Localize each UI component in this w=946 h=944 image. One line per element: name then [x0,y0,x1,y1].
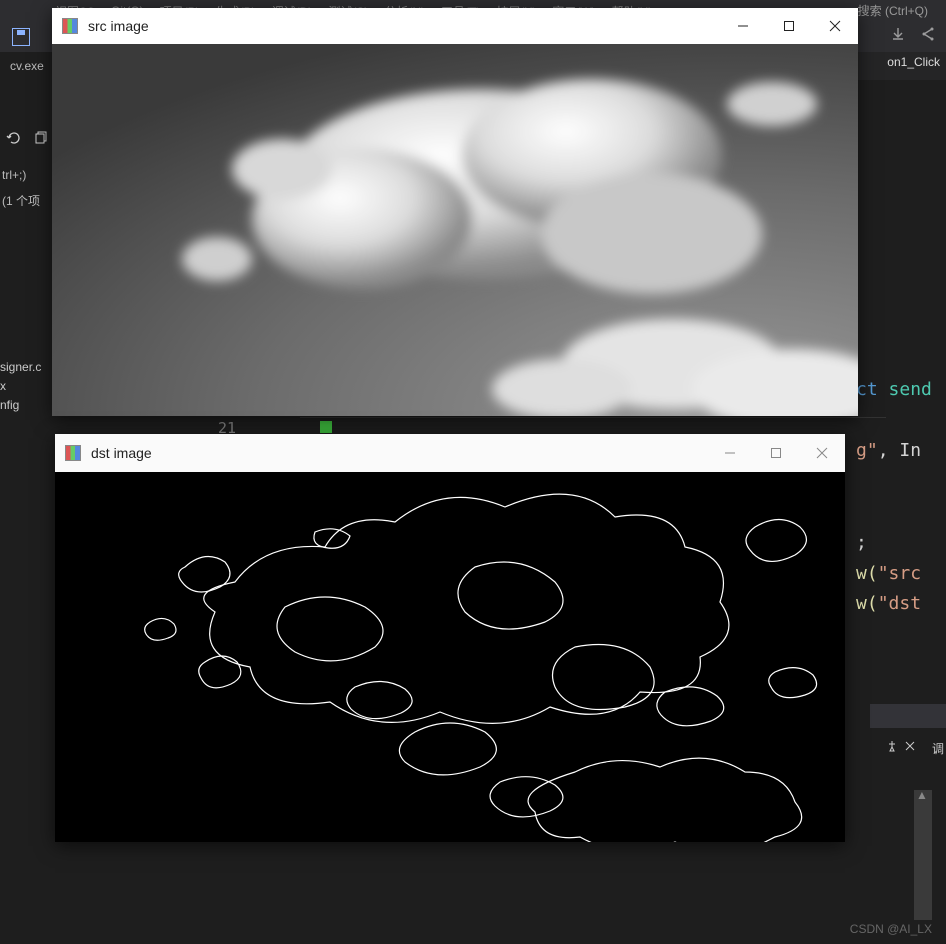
dst-image-window: dst image [55,434,845,842]
file-item[interactable]: x [0,377,41,396]
dst-titlebar[interactable]: dst image [55,434,845,472]
code-fragment: ct send g", In ; w("src w("dst [856,375,946,620]
breakpoint-indicator [320,421,332,433]
close-button[interactable] [799,434,845,472]
src-image-content [52,44,858,416]
src-titlebar[interactable]: src image [52,8,858,44]
app-icon [65,445,81,461]
minimize-button[interactable] [720,8,766,44]
download-icon[interactable] [890,26,906,45]
left-files: signer.c x nfig [0,358,41,416]
maximize-button[interactable] [766,8,812,44]
file-item[interactable]: signer.c [0,358,41,377]
app-icon [62,18,78,34]
dst-title: dst image [91,445,152,461]
pin-icon[interactable] [886,740,898,755]
close-button[interactable] [812,8,858,44]
dst-image-content [55,472,845,842]
tab-breadcrumb: on1_Click [887,55,940,69]
bottom-tab[interactable]: 调 [932,740,944,757]
toolbar-right [890,26,936,45]
scrollbar[interactable] [914,790,932,920]
src-image-window: src image [52,8,858,416]
panel-controls [886,740,916,755]
left-shortcut: trl+;) [2,168,26,182]
close-icon[interactable] [904,740,916,755]
minimize-button[interactable] [707,434,753,472]
output-scrollbar[interactable] [870,704,946,728]
copy-icon[interactable] [32,130,48,149]
tab-main[interactable]: cv.exe [0,52,54,80]
search-box[interactable]: 搜索 (Ctrl+Q) [858,2,928,19]
watermark: CSDN @AI_LX [850,922,932,936]
maximize-button[interactable] [753,434,799,472]
file-item[interactable]: nfig [0,396,41,415]
save-icon[interactable] [12,28,30,46]
src-title: src image [88,18,149,34]
share-icon[interactable] [920,26,936,45]
refresh-icon[interactable] [6,130,22,149]
left-count: (1 个项 [2,192,40,209]
left-tool-icons [6,130,48,149]
